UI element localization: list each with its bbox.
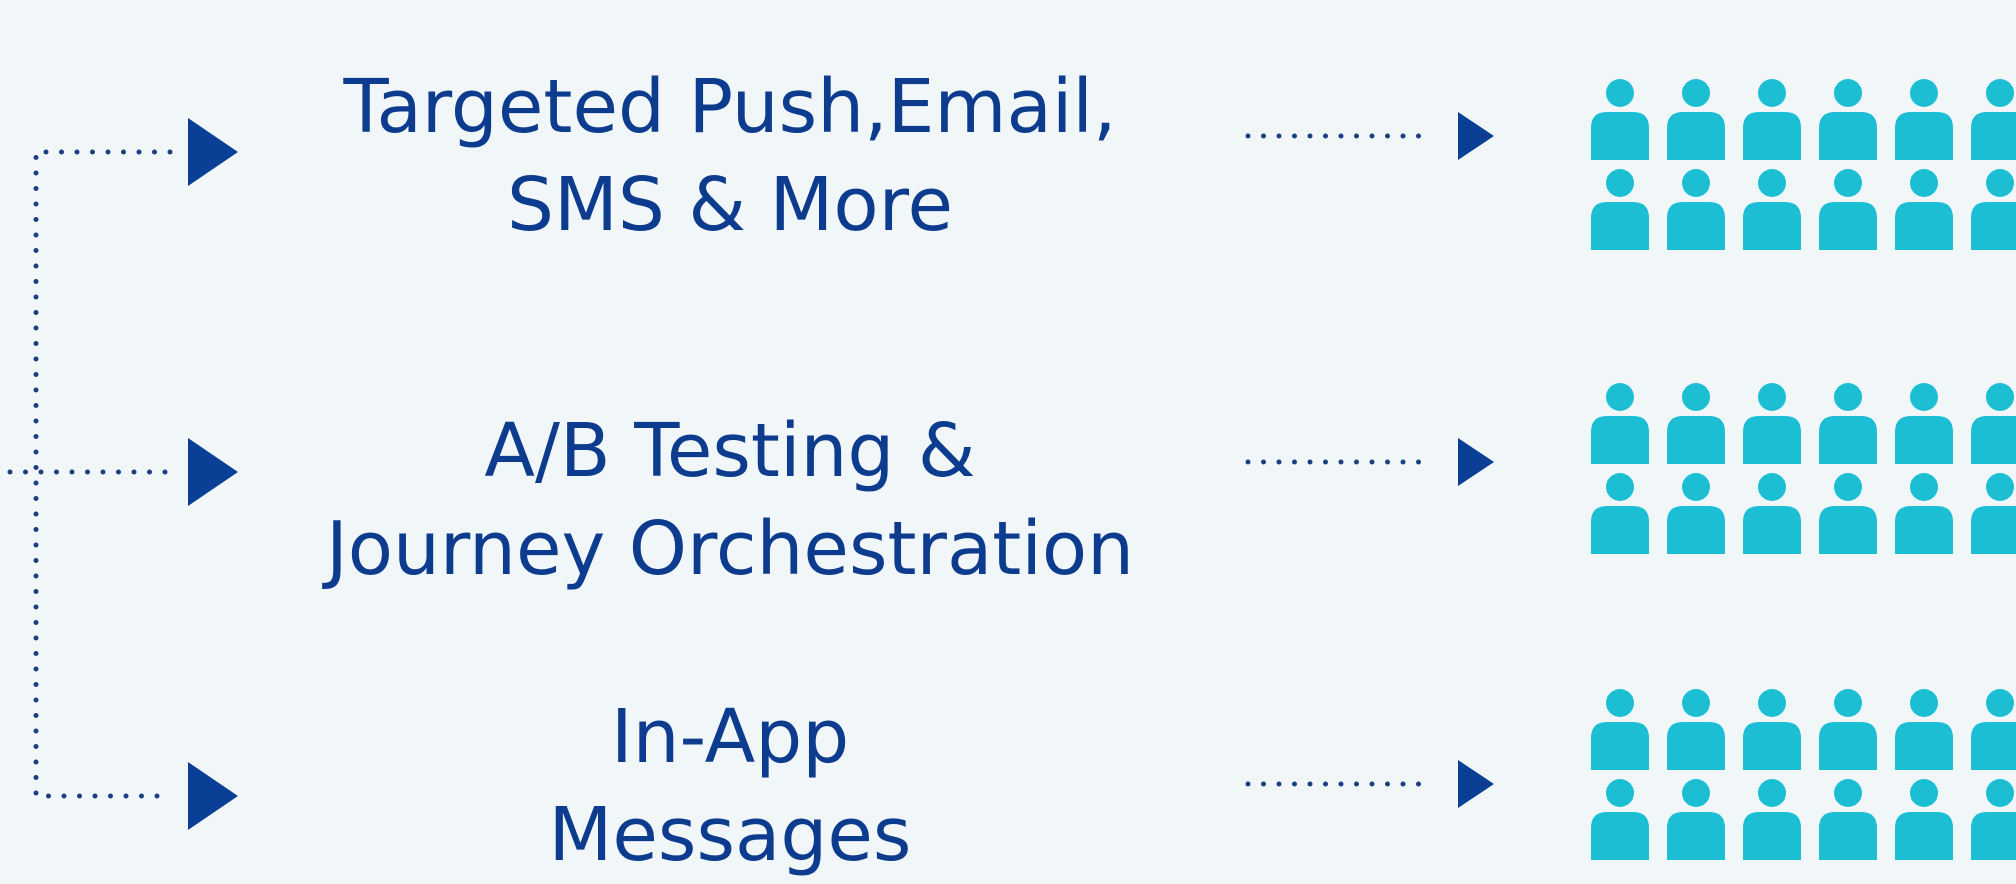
person-icon [1819, 383, 1877, 464]
person-icon [1667, 383, 1725, 464]
channel-label-line: Journey Orchestration [325, 506, 1135, 592]
person-icon [1591, 779, 1649, 860]
person-icon [1667, 779, 1725, 860]
person-icon [1895, 473, 1953, 554]
person-icon [1667, 79, 1725, 160]
person-icon [1895, 169, 1953, 250]
person-icon [1591, 169, 1649, 250]
person-icon [1971, 169, 2016, 250]
person-icon [1895, 779, 1953, 860]
person-icon [1819, 169, 1877, 250]
channel-label-line: In-App [610, 694, 850, 780]
person-icon [1743, 169, 1801, 250]
person-icon [1971, 779, 2016, 860]
person-icon [1819, 689, 1877, 770]
channel-label-line: Targeted Push,Email, [343, 64, 1117, 150]
person-icon [1743, 473, 1801, 554]
person-icon [1971, 689, 2016, 770]
person-icon [1667, 689, 1725, 770]
person-icon [1743, 79, 1801, 160]
person-icon [1819, 473, 1877, 554]
person-icon [1895, 383, 1953, 464]
person-icon [1743, 383, 1801, 464]
person-icon [1743, 689, 1801, 770]
channel-label-push-email-sms: Targeted Push,Email, SMS & More [290, 58, 1170, 254]
person-icon [1667, 473, 1725, 554]
person-icon [1591, 79, 1649, 160]
arrowhead-icon [188, 118, 238, 186]
engagement-diagram: Targeted Push,Email, SMS & More A/B Test… [0, 0, 2016, 878]
person-icon [1971, 79, 2016, 160]
channel-label-line: A/B Testing & [484, 408, 976, 494]
audience-group [1591, 689, 2016, 860]
channel-label-line: SMS & More [507, 162, 953, 248]
audience-group [1591, 79, 2016, 250]
arrowhead-icon [1458, 112, 1494, 160]
person-icon [1819, 79, 1877, 160]
arrowhead-icon [188, 762, 238, 830]
person-icon [1591, 473, 1649, 554]
channel-label-ab-testing: A/B Testing & Journey Orchestration [290, 402, 1170, 598]
person-icon [1743, 779, 1801, 860]
person-icon [1819, 779, 1877, 860]
person-icon [1971, 383, 2016, 464]
arrowhead-icon [1458, 438, 1494, 486]
arrowhead-icon [1458, 760, 1494, 808]
person-icon [1895, 689, 1953, 770]
channel-label-in-app-messages: In-App Messages [290, 688, 1170, 884]
person-icon [1667, 169, 1725, 250]
channel-label-line: Messages [548, 792, 912, 878]
person-icon [1895, 79, 1953, 160]
person-icon [1591, 689, 1649, 770]
person-icon [1591, 383, 1649, 464]
arrowhead-icon [188, 438, 238, 506]
person-icon [1971, 473, 2016, 554]
audience-group [1591, 383, 2016, 554]
